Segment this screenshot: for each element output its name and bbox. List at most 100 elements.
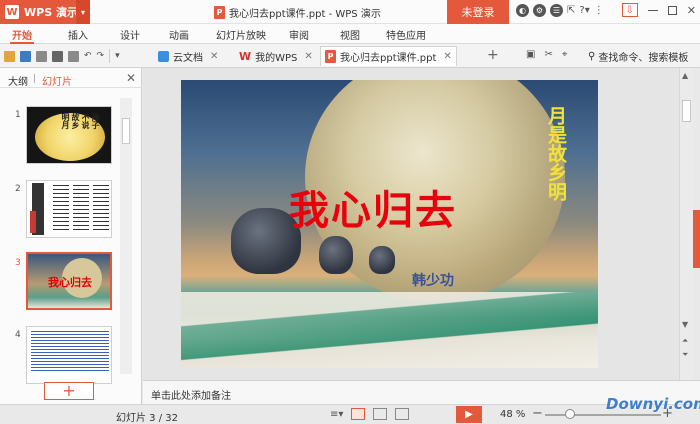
format-icon[interactable]: ⌖ [562, 49, 568, 60]
tab-review[interactable]: 审阅 [289, 27, 309, 42]
search-label: 查找命令、搜索模板 [598, 53, 689, 64]
settings-icon[interactable]: ⚙ [533, 4, 546, 17]
print-preview-icon[interactable] [68, 50, 79, 62]
customize-chevron-icon[interactable]: ▾ [115, 51, 120, 61]
divider [109, 49, 111, 63]
app-name: WPS 演示 [24, 6, 78, 19]
zoom-level[interactable]: 48 % [500, 409, 525, 420]
reading-view-icon[interactable] [395, 408, 410, 420]
notes-toggle-icon[interactable]: ≡▾ [330, 409, 343, 420]
slide-thumbnail-1[interactable]: 海子 不说 故乡 明月 [26, 106, 112, 164]
undo-icon[interactable]: ↶ [84, 51, 92, 61]
panel-tabs: 大纲 | 幻灯片 ✕ [0, 68, 142, 88]
slide-thumbnail-3[interactable]: 我心归去 [26, 252, 112, 310]
tab-animation[interactable]: 动画 [169, 27, 189, 42]
cut-icon[interactable]: ✂ [544, 49, 552, 60]
thumb-text-column [73, 185, 89, 233]
panel-scrollbar[interactable] [120, 98, 132, 374]
rock-image [369, 246, 395, 274]
side-panel-tab[interactable] [693, 210, 700, 268]
tab-outline[interactable]: 大纲 [8, 73, 28, 88]
scroll-thumb[interactable] [682, 100, 691, 122]
canvas-scrollbar[interactable]: ▲ ▼ ⏶ ⏷ [679, 68, 693, 380]
export-pdf-icon[interactable] [36, 50, 47, 62]
titlebar-tools: ◐ ⚙ ☰ ⇱ ?▾ ⋮ [516, 4, 604, 17]
tab-slideshow[interactable]: 幻灯片放映 [216, 27, 266, 42]
shore-image [181, 292, 598, 368]
tab-cloud-docs[interactable]: 云文档 ✕ [154, 46, 222, 66]
slide-number: 3 [15, 258, 21, 268]
scroll-thumb[interactable] [122, 118, 130, 144]
save-icon[interactable] [20, 50, 31, 62]
thumb-title: 我心归去 [48, 276, 92, 289]
slide-author[interactable]: 韩少功 [412, 270, 454, 290]
tab-label: 我心归去ppt课件.ppt [340, 53, 437, 64]
scroll-up-icon[interactable]: ▲ [682, 71, 688, 80]
notes-placeholder: 单击此处添加备注 [151, 391, 231, 402]
search-icon: ⚲ [588, 51, 596, 62]
window-controls: ⇩ ✕ [621, 3, 696, 17]
normal-view-icon[interactable] [351, 408, 366, 420]
play-slideshow-button[interactable]: ▶ [456, 406, 482, 423]
slide-thumbnail-2[interactable] [26, 180, 112, 238]
tab-home[interactable]: 开始 [12, 27, 32, 42]
slide-sorter-icon[interactable] [373, 408, 388, 420]
feedback-icon[interactable]: ☰ [550, 4, 563, 17]
chevron-down-icon[interactable]: ▾ [76, 0, 90, 24]
ppt-file-icon: P [214, 6, 225, 19]
slide-vertical-text[interactable]: 月是故乡明 [545, 106, 567, 201]
login-button[interactable]: 未登录 [447, 0, 509, 24]
print-icon[interactable] [52, 50, 63, 62]
sync-icon[interactable]: ⋮ [594, 5, 604, 16]
redo-icon[interactable]: ↷ [97, 51, 105, 61]
close-panel-icon[interactable]: ✕ [126, 71, 136, 85]
tab-view[interactable]: 视图 [340, 27, 360, 42]
pin-icon[interactable]: ⇩ [621, 3, 638, 17]
wps-app-menu-button[interactable]: W WPS 演示 ▾ [0, 0, 90, 24]
new-tab-button[interactable]: + [487, 47, 499, 63]
zoom-slider-handle[interactable] [565, 409, 575, 419]
zoom-out-icon[interactable]: − [532, 406, 543, 421]
close-tab-icon[interactable]: ✕ [210, 51, 218, 62]
help-icon[interactable]: ?▾ [579, 5, 589, 16]
tab-my-wps[interactable]: W 我的WPS ✕ [235, 46, 317, 66]
open-icon[interactable] [4, 50, 15, 62]
slide-number: 4 [15, 330, 21, 340]
quick-access-bar: ↶ ↷ ▾ 云文档 ✕ W 我的WPS ✕ P 我心归去ppt课件.ppt ✕ … [0, 44, 700, 68]
share-icon[interactable]: ⇱ [567, 5, 575, 16]
tab-slides[interactable]: 幻灯片 [42, 73, 72, 88]
next-slide-icon[interactable]: ⏷ [682, 350, 688, 360]
close-icon[interactable]: ✕ [687, 4, 696, 17]
skin-icon[interactable]: ◐ [516, 4, 529, 17]
maximize-icon[interactable] [667, 5, 677, 15]
quick-access-icons: ↶ ↷ ▾ [4, 49, 120, 63]
window-title: P 我心归去ppt课件.ppt - WPS 演示 [214, 5, 381, 20]
command-search[interactable]: ⚲ 查找命令、搜索模板 [588, 49, 688, 64]
cloud-icon [158, 50, 169, 62]
thumb-text-column [93, 185, 109, 233]
close-tab-icon[interactable]: ✕ [443, 51, 451, 62]
tab-insert[interactable]: 插入 [68, 27, 88, 42]
slide-number: 1 [15, 110, 21, 120]
view-switcher: ≡▾ [330, 408, 410, 420]
tab-current-document[interactable]: P 我心归去ppt课件.ppt ✕ [320, 46, 457, 66]
title-bar: W WPS 演示 ▾ P 我心归去ppt课件.ppt - WPS 演示 未登录 … [0, 0, 700, 24]
zoom-slider[interactable] [545, 414, 661, 416]
tab-special[interactable]: 特色应用 [386, 27, 426, 42]
tab-label: 云文档 [173, 52, 203, 64]
scroll-down-icon[interactable]: ▼ [682, 320, 688, 329]
slide-thumbnail-4[interactable] [26, 326, 112, 384]
previous-slide-icon[interactable]: ⏶ [682, 336, 688, 346]
ppt-file-icon: P [325, 50, 336, 63]
right-quick-icons: ▣ ✂ ⌖ [526, 49, 567, 60]
current-slide[interactable]: 我心归去 月是故乡明 韩少功 [181, 80, 598, 368]
close-tab-icon[interactable]: ✕ [304, 51, 312, 62]
screen-icon[interactable]: ▣ [526, 49, 535, 60]
watermark: Downyi.com [606, 395, 700, 413]
slide-count: 幻灯片 3 / 32 [116, 413, 178, 424]
tab-label: 我的WPS [255, 52, 298, 64]
slide-title[interactable]: 我心归去 [289, 178, 457, 236]
minimize-icon[interactable] [647, 9, 658, 11]
add-slide-button[interactable]: + [44, 382, 94, 400]
tab-design[interactable]: 设计 [120, 27, 140, 42]
